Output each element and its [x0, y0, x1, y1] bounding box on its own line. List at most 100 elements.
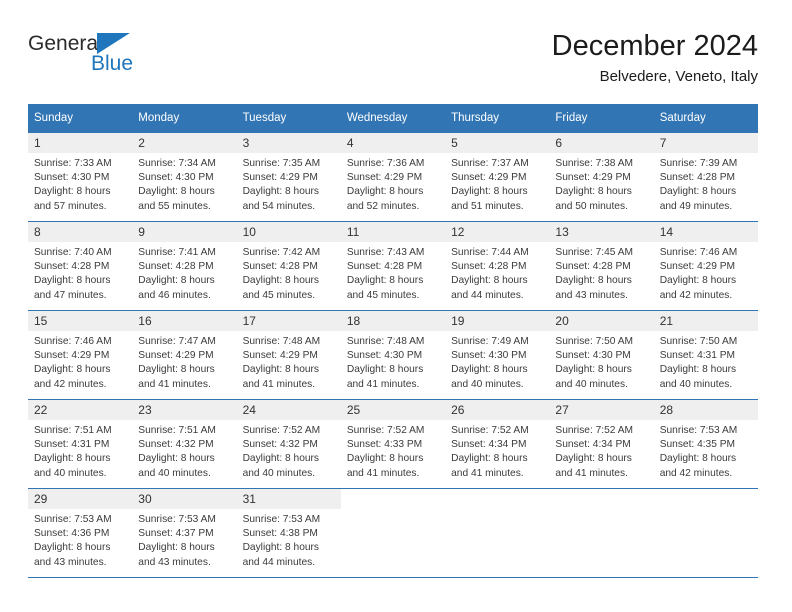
calendar-day-cell[interactable]: 25 Sunrise: 7:52 AM Sunset: 4:33 PM Dayligh… [340, 399, 446, 489]
calendar-day-cell[interactable]: 28 Sunrise: 7:53 AM Sunset: 4:35 PM Dayligh… [653, 399, 758, 489]
calendar-day-cell[interactable]: 5 Sunrise: 7:37 AM Sunset: 4:29 PM Daylight… [445, 132, 550, 222]
calendar-day-cell[interactable]: 10 Sunrise: 7:42 AM Sunset: 4:28 PM Dayligh… [236, 221, 341, 311]
calendar-day-cell[interactable]: 14 Sunrise: 7:46 AM Sunset: 4:29 PM Dayligh… [653, 221, 758, 311]
calendar-day-cell-empty [340, 488, 446, 577]
calendar-day-cell[interactable]: 6 Sunrise: 7:38 AM Sunset: 4:29 PM Daylight… [549, 132, 654, 222]
day-number [340, 489, 446, 509]
day-info-sunset: Sunset: 4:30 PM [34, 172, 110, 184]
day-info-sunset: Sunset: 4:30 PM [346, 350, 423, 362]
day-info-daylight-line1: Daylight: 8 hours [34, 542, 111, 554]
calendar-day-cell[interactable]: 8 Sunrise: 7:40 AM Sunset: 4:28 PM Daylight… [28, 221, 133, 311]
calendar-day-cell[interactable]: 11 Sunrise: 7:43 AM Sunset: 4:28 PM Dayligh… [340, 221, 446, 311]
day-info-daylight-line1: Daylight: 8 hours [555, 186, 632, 198]
calendar-day-cell[interactable]: 13 Sunrise: 7:45 AM Sunset: 4:28 PM Dayligh… [549, 221, 654, 311]
day-info-sunrise: Sunrise: 7:35 AM [242, 158, 321, 169]
calendar-day-cell[interactable]: 29 Sunrise: 7:53 AM Sunset: 4:36 PM Dayligh… [28, 488, 133, 577]
day-info-daylight-line1: Daylight: 8 hours [451, 186, 528, 198]
day-info: Sunrise: 7:48 AM Sunset: 4:30 PM Daylight:… [341, 331, 445, 392]
calendar-day-cell[interactable]: 18 Sunrise: 7:48 AM Sunset: 4:30 PM Dayligh… [340, 310, 446, 400]
day-info-sunrise: Sunrise: 7:34 AM [138, 158, 216, 169]
day-info-daylight-line2: and 45 minutes. [346, 289, 420, 301]
calendar-day-cell[interactable]: 19 Sunrise: 7:49 AM Sunset: 4:30 PM Dayligh… [445, 310, 550, 400]
day-info-daylight-line2: and 43 minutes. [34, 556, 107, 568]
day-number: 2 [132, 133, 237, 153]
calendar-day-cell[interactable]: 1 Sunrise: 7:33 AM Sunset: 4:30 PM Daylight… [28, 132, 133, 222]
day-info-daylight-line1: Daylight: 8 hours [242, 364, 320, 376]
page-header: General Blue December 2024 Belvedere, Ve… [28, 28, 758, 94]
day-info-sunset: Sunset: 4:30 PM [451, 350, 527, 362]
calendar-day-cell[interactable]: 23 Sunrise: 7:51 AM Sunset: 4:32 PM Dayligh… [132, 399, 237, 489]
page-title: December 2024 [551, 30, 758, 62]
day-info-daylight-line2: and 44 minutes. [451, 289, 524, 301]
day-number: 6 [549, 133, 654, 153]
calendar-day-cell[interactable]: 27 Sunrise: 7:52 AM Sunset: 4:34 PM Dayligh… [549, 399, 654, 489]
day-info-sunrise: Sunrise: 7:52 AM [346, 425, 425, 436]
calendar-day-cell[interactable]: 22 Sunrise: 7:51 AM Sunset: 4:31 PM Dayligh… [28, 399, 133, 489]
day-info-daylight-line1: Daylight: 8 hours [346, 186, 424, 198]
day-info-daylight-line2: and 51 minutes. [451, 200, 524, 212]
calendar-day-cell[interactable]: 24 Sunrise: 7:52 AM Sunset: 4:32 PM Dayligh… [236, 399, 341, 489]
day-info-daylight-line2: and 54 minutes. [242, 200, 316, 212]
day-info-sunrise: Sunrise: 7:40 AM [34, 247, 112, 258]
calendar-day-cell[interactable]: 4 Sunrise: 7:36 AM Sunset: 4:29 PM Daylight… [340, 132, 446, 222]
calendar-day-cell[interactable]: 9 Sunrise: 7:41 AM Sunset: 4:28 PM Daylight… [132, 221, 237, 311]
day-info-daylight-line2: and 40 minutes. [451, 378, 524, 390]
day-number: 20 [549, 311, 654, 331]
calendar-day-cell[interactable]: 15 Sunrise: 7:46 AM Sunset: 4:29 PM Dayligh… [28, 310, 133, 400]
calendar-day-cell[interactable]: 12 Sunrise: 7:44 AM Sunset: 4:28 PM Dayligh… [445, 221, 550, 311]
day-info-daylight-line1: Daylight: 8 hours [138, 186, 215, 198]
day-number: 28 [653, 400, 758, 420]
calendar-body: 1 Sunrise: 7:33 AM Sunset: 4:30 PM Daylight… [28, 132, 758, 577]
day-number: 15 [28, 311, 133, 331]
day-info-daylight-line1: Daylight: 8 hours [34, 364, 111, 376]
day-info-sunrise: Sunrise: 7:51 AM [34, 425, 112, 436]
day-info: Sunrise: 7:45 AM Sunset: 4:28 PM Daylight:… [549, 242, 653, 303]
day-info: Sunrise: 7:53 AM Sunset: 4:35 PM Daylight:… [654, 420, 758, 481]
calendar-day-cell[interactable]: 30 Sunrise: 7:53 AM Sunset: 4:37 PM Dayligh… [132, 488, 237, 577]
day-info-sunset: Sunset: 4:28 PM [242, 261, 318, 273]
calendar-day-cell[interactable]: 16 Sunrise: 7:47 AM Sunset: 4:29 PM Dayligh… [132, 310, 237, 400]
day-info: Sunrise: 7:41 AM Sunset: 4:28 PM Daylight:… [132, 242, 236, 303]
day-info-sunrise: Sunrise: 7:53 AM [138, 514, 216, 525]
day-info-daylight-line2: and 41 minutes. [451, 467, 524, 479]
calendar-day-cell[interactable]: 21 Sunrise: 7:50 AM Sunset: 4:31 PM Dayligh… [653, 310, 758, 400]
day-info-daylight-line2: and 40 minutes. [242, 467, 316, 479]
day-number [549, 489, 654, 509]
day-info: Sunrise: 7:47 AM Sunset: 4:29 PM Daylight:… [132, 331, 236, 392]
day-info-daylight-line1: Daylight: 8 hours [34, 275, 111, 287]
calendar-day-cell[interactable]: 26 Sunrise: 7:52 AM Sunset: 4:34 PM Dayligh… [445, 399, 550, 489]
day-info-daylight-line2: and 45 minutes. [242, 289, 316, 301]
day-info-sunset: Sunset: 4:32 PM [242, 439, 318, 451]
day-info-sunrise: Sunrise: 7:52 AM [242, 425, 321, 436]
day-number: 30 [132, 489, 237, 509]
day-info-sunset: Sunset: 4:32 PM [138, 439, 214, 451]
day-info-sunrise: Sunrise: 7:38 AM [555, 158, 633, 169]
calendar-day-cell[interactable]: 3 Sunrise: 7:35 AM Sunset: 4:29 PM Daylight… [236, 132, 341, 222]
day-info-sunset: Sunset: 4:36 PM [34, 528, 110, 540]
calendar-day-cell[interactable]: 31 Sunrise: 7:53 AM Sunset: 4:38 PM Dayligh… [236, 488, 341, 577]
calendar-day-cell[interactable]: 17 Sunrise: 7:48 AM Sunset: 4:29 PM Dayligh… [236, 310, 341, 400]
calendar-day-cell[interactable]: 7 Sunrise: 7:39 AM Sunset: 4:28 PM Daylight… [653, 132, 758, 222]
day-number: 26 [445, 400, 550, 420]
day-info-sunset: Sunset: 4:34 PM [555, 439, 631, 451]
generalblue-logo[interactable]: General Blue [28, 32, 238, 88]
day-info-sunset: Sunset: 4:28 PM [138, 261, 214, 273]
day-info-daylight-line1: Daylight: 8 hours [659, 186, 737, 198]
calendar-day-cell[interactable]: 20 Sunrise: 7:50 AM Sunset: 4:30 PM Dayligh… [549, 310, 654, 400]
logo-text-blue: Blue [91, 52, 134, 75]
day-info-sunrise: Sunrise: 7:53 AM [34, 514, 112, 525]
day-info-daylight-line1: Daylight: 8 hours [659, 453, 737, 465]
day-info-sunrise: Sunrise: 7:33 AM [34, 158, 112, 169]
day-info-sunset: Sunset: 4:28 PM [659, 172, 736, 184]
calendar-day-cell-empty [549, 488, 654, 577]
day-info-daylight-line1: Daylight: 8 hours [451, 275, 528, 287]
weekday-header-wednesday: Wednesday [340, 104, 446, 133]
day-number: 7 [653, 133, 758, 153]
day-info-sunset: Sunset: 4:37 PM [138, 528, 214, 540]
day-info-daylight-line2: and 40 minutes. [659, 378, 733, 390]
day-info-sunrise: Sunrise: 7:43 AM [346, 247, 425, 258]
day-info-daylight-line2: and 42 minutes. [34, 378, 107, 390]
calendar-day-cell[interactable]: 2 Sunrise: 7:34 AM Sunset: 4:30 PM Daylight… [132, 132, 237, 222]
day-info-daylight-line1: Daylight: 8 hours [34, 186, 111, 198]
day-info-daylight-line2: and 40 minutes. [555, 378, 628, 390]
